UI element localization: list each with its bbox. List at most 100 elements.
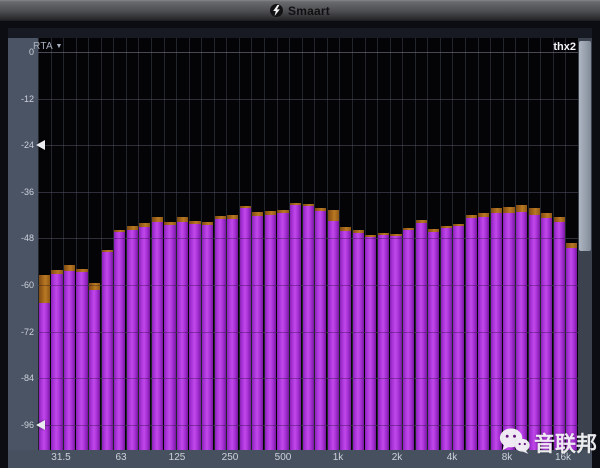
peak-hold-cap [340, 227, 351, 231]
rta-plot-area [38, 38, 578, 450]
smaart-window: Smaart RTA ▼ thx2 音联邦 0-12-24-36-48-60-7… [0, 0, 600, 468]
frequency-tick-label: 250 [222, 452, 239, 463]
peak-hold-cap [265, 211, 276, 215]
peak-hold-cap [503, 207, 514, 213]
threshold-marker-icon[interactable] [36, 420, 45, 430]
threshold-marker-icon[interactable] [36, 140, 45, 150]
chevron-down-icon: ▼ [56, 43, 63, 50]
mode-dropdown[interactable]: RTA ▼ [33, 41, 63, 52]
peak-hold-cap [114, 230, 125, 232]
peak-hold-cap [466, 215, 477, 218]
horizontal-gridline-overlay [38, 99, 578, 100]
horizontal-gridline-overlay [38, 52, 578, 53]
spectrum-bar [416, 223, 427, 450]
horizontal-gridline-overlay [38, 425, 578, 426]
peak-hold-cap [127, 226, 138, 230]
smaart-logo-icon [270, 4, 283, 17]
spectrum-bar [566, 248, 577, 450]
peak-hold-cap [152, 217, 163, 222]
spectrum-bar [303, 206, 314, 450]
right-scrollbar-thumb[interactable] [579, 41, 591, 251]
peak-hold-cap [328, 210, 339, 221]
spectrum-bar [127, 230, 138, 450]
spectrum-bar [252, 216, 263, 450]
db-tick-label: -72 [8, 327, 34, 337]
horizontal-gridline-overlay [38, 332, 578, 333]
db-tick-label: -60 [8, 280, 34, 290]
peak-hold-cap [39, 275, 50, 303]
trace-name-badge: thx2 [553, 41, 576, 53]
peak-hold-cap [541, 213, 552, 218]
peak-hold-cap [164, 222, 175, 225]
horizontal-gridline-overlay [38, 378, 578, 379]
watermark-text: 音联邦 [534, 428, 597, 458]
peak-hold-cap [215, 216, 226, 219]
horizontal-gridline-overlay [38, 192, 578, 193]
peak-hold-cap [102, 250, 113, 252]
db-tick-label: -36 [8, 187, 34, 197]
peak-hold-cap [202, 222, 213, 225]
peak-hold-cap [139, 223, 150, 227]
spectrum-bar [102, 252, 113, 450]
peak-hold-cap [240, 206, 251, 208]
peak-hold-cap [453, 224, 464, 226]
spectrum-bar [340, 231, 351, 450]
peak-hold-cap [51, 270, 62, 274]
spectrum-bar [390, 236, 401, 450]
spectrum-bar [177, 222, 188, 450]
frequency-tick-label: 4k [447, 452, 458, 463]
spectrum-bar [64, 271, 75, 450]
peak-hold-cap [277, 210, 288, 213]
peak-hold-cap [177, 217, 188, 222]
db-tick-label: 0 [8, 47, 34, 57]
peak-hold-cap [227, 215, 238, 219]
frequency-tick-label: 31.5 [51, 452, 70, 463]
frequency-tick-label: 500 [275, 452, 292, 463]
peak-hold-cap [491, 208, 502, 213]
peak-hold-cap [403, 228, 414, 230]
spectrum-bar [478, 217, 489, 450]
peak-hold-cap [378, 233, 389, 235]
peak-hold-cap [478, 213, 489, 217]
spectrum-bar [290, 205, 301, 450]
spectrum-bar [428, 232, 439, 450]
spectrum-bar [378, 235, 389, 450]
db-tick-label: -12 [8, 94, 34, 104]
spectrum-bar [365, 237, 376, 450]
spectrum-bar [240, 208, 251, 450]
spectrum-bar [328, 221, 339, 450]
spectrum-bar [554, 222, 565, 450]
spectrum-bar [403, 230, 414, 450]
title-bar[interactable]: Smaart [0, 0, 600, 22]
horizontal-gridline-overlay [38, 238, 578, 239]
spectrum-bar [76, 272, 87, 450]
peak-hold-cap [529, 208, 540, 215]
frequency-tick-label: 1k [333, 452, 344, 463]
peak-hold-cap [303, 204, 314, 206]
peak-hold-cap [566, 243, 577, 248]
spectrum-bar [114, 232, 125, 450]
spectrum-bar [164, 225, 175, 450]
peak-hold-cap [252, 212, 263, 216]
peak-hold-cap [516, 205, 527, 212]
horizontal-gridline-overlay [38, 145, 578, 146]
peak-hold-cap [365, 235, 376, 237]
frequency-tick-label: 125 [169, 452, 186, 463]
window-title: Smaart [288, 4, 330, 18]
peak-hold-cap [189, 221, 200, 224]
spectrum-bar [89, 290, 100, 450]
spectrum-bar [189, 224, 200, 450]
horizontal-gridline-overlay [38, 285, 578, 286]
spectrum-bar [202, 225, 213, 450]
peak-hold-cap [290, 203, 301, 205]
peak-hold-cap [353, 230, 364, 233]
spectrum-bar [441, 228, 452, 450]
peak-hold-cap [64, 265, 75, 271]
peak-hold-cap [76, 269, 87, 272]
spectrum-bar [51, 274, 62, 450]
frequency-tick-label: 2k [392, 452, 403, 463]
peak-hold-cap [315, 208, 326, 211]
spectrum-bar [353, 233, 364, 450]
peak-hold-cap [441, 226, 452, 228]
db-tick-label: -84 [8, 373, 34, 383]
